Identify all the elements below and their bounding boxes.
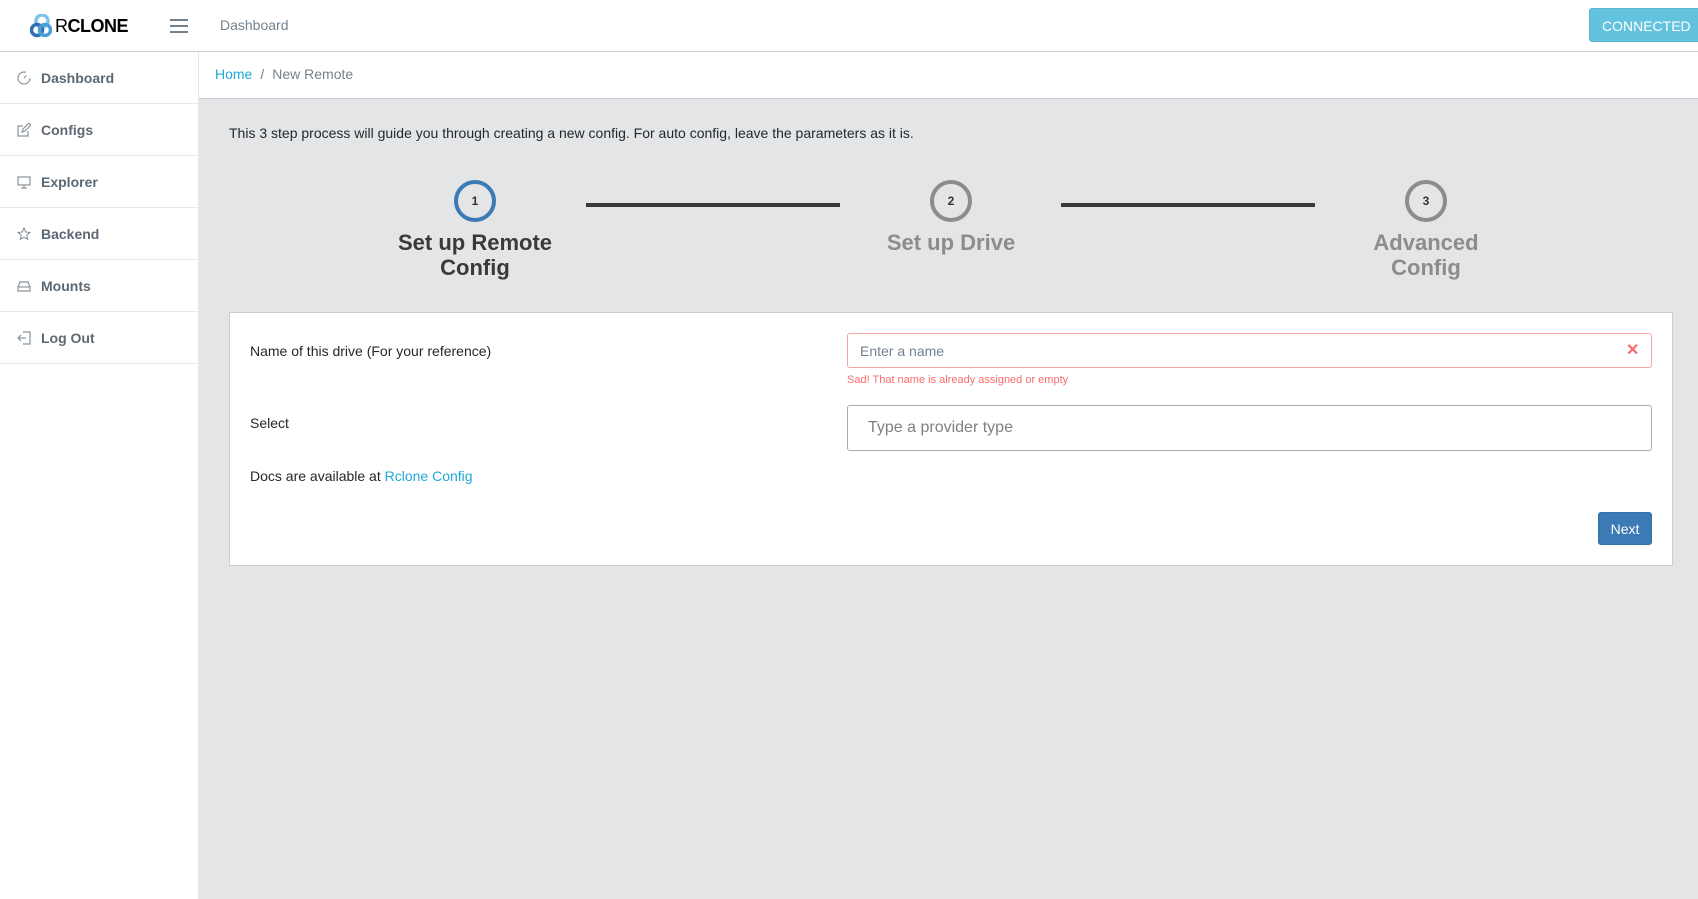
breadcrumb-home-link[interactable]: Home	[215, 66, 252, 82]
sidebar-item-mounts[interactable]: Mounts	[0, 260, 198, 312]
sidebar-item-label: Explorer	[41, 173, 98, 190]
select-field-label: Select	[250, 415, 289, 431]
step-label: Advanced Config	[1373, 230, 1479, 280]
step-1: 1 Set up Remote Config	[375, 180, 575, 280]
remote-config-card: Name of this drive (For your reference) …	[229, 312, 1673, 566]
sidebar-item-label: Mounts	[41, 277, 91, 294]
sidebar-item-configs[interactable]: Configs	[0, 104, 198, 156]
breadcrumb-separator: /	[260, 66, 265, 82]
intro-text: This 3 step process will guide you throu…	[229, 125, 914, 141]
hamburger-menu-icon[interactable]	[168, 15, 190, 37]
sidebar-item-label: Configs	[41, 121, 94, 138]
sidebar-item-label: Log Out	[41, 329, 95, 346]
star-icon	[17, 226, 31, 241]
rclone-config-docs-link[interactable]: Rclone Config	[385, 468, 473, 484]
pencil-square-icon	[17, 122, 31, 137]
docs-text: Docs are available at Rclone Config	[250, 468, 473, 484]
logo-bold: CLONE	[67, 15, 129, 36]
sidebar-item-label: Dashboard	[41, 69, 115, 86]
provider-type-input[interactable]	[847, 405, 1652, 451]
step-number-circle: 3	[1405, 180, 1447, 222]
header-dashboard-link[interactable]: Dashboard	[220, 17, 289, 33]
breadcrumb-current: New Remote	[272, 66, 354, 82]
name-field-label: Name of this drive (For your reference)	[250, 343, 492, 359]
sidebar-item-backend[interactable]: Backend	[0, 208, 198, 260]
sidebar-item-label: Backend	[41, 225, 100, 242]
docs-prefix: Docs are available at	[250, 468, 385, 484]
step-2: 2 Set up Drive	[851, 180, 1051, 255]
step-connector	[1061, 203, 1315, 207]
clear-invalid-icon[interactable]: ✕	[1626, 340, 1639, 360]
connected-status-button[interactable]: CONNECTED	[1589, 8, 1698, 42]
name-error-message: Sad! That name is already assigned or em…	[847, 374, 1069, 386]
step-number-circle: 1	[454, 180, 496, 222]
top-header: RCLONE Dashboard CONNECTED	[0, 0, 1698, 52]
rclone-logo-icon	[30, 14, 52, 38]
sidebar-item-explorer[interactable]: Explorer	[0, 156, 198, 208]
step-3: 3 Advanced Config	[1326, 180, 1526, 280]
drive-name-input[interactable]	[847, 333, 1652, 368]
monitor-icon	[17, 175, 31, 189]
step-label: Set up Drive	[886, 230, 1016, 255]
next-button[interactable]: Next	[1598, 512, 1652, 545]
logo-prefix: R	[55, 15, 68, 36]
drive-icon	[17, 279, 31, 293]
step-connector	[586, 203, 840, 207]
sidebar-item-logout[interactable]: Log Out	[0, 312, 198, 364]
speedometer-icon	[17, 70, 31, 85]
logo-text: RCLONE	[55, 16, 128, 37]
step-number-circle: 2	[930, 180, 972, 222]
logout-icon	[17, 330, 31, 345]
step-label: Set up Remote Config	[397, 230, 553, 280]
rclone-logo[interactable]: RCLONE	[30, 13, 128, 39]
sidebar: Dashboard Configs Explorer Backend Mount…	[0, 52, 199, 899]
sidebar-item-dashboard[interactable]: Dashboard	[0, 52, 198, 104]
breadcrumb: Home / New Remote	[199, 52, 1698, 99]
